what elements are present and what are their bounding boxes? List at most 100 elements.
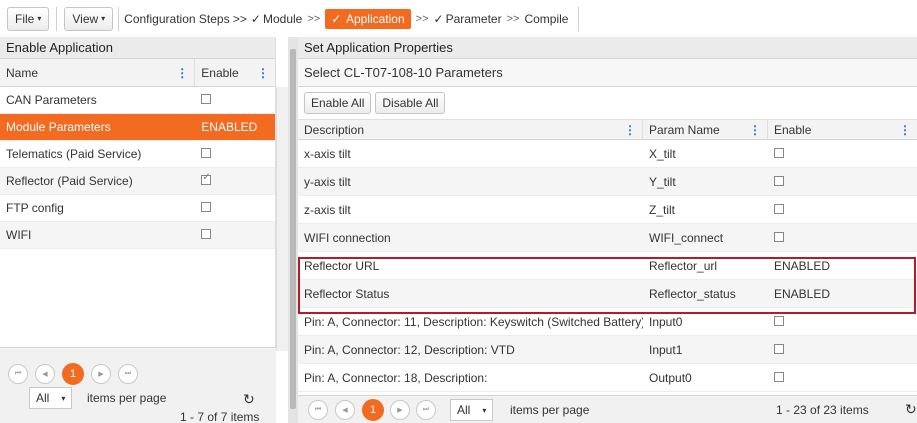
row-name: CAN Parameters [6, 93, 97, 107]
disable-all-button[interactable]: Disable All [375, 92, 446, 114]
table-row[interactable]: z-axis tilt Z_tilt [298, 196, 917, 224]
enable-checkbox[interactable] [201, 148, 212, 158]
splitter-handle[interactable] [290, 49, 296, 409]
row-param-name: Y_tilt [649, 174, 676, 189]
column-label: Enable [201, 65, 239, 80]
page-size-select[interactable]: All ▾ [29, 387, 73, 409]
enable-checkbox[interactable] [774, 343, 784, 354]
left-grid-scrollbar[interactable] [276, 87, 288, 351]
row-param-name: Input0 [649, 314, 683, 329]
table-row[interactable]: Reflector URL Reflector_url ENABLED [298, 252, 917, 280]
enable-all-button[interactable]: Enable All [304, 92, 372, 114]
column-label: Description [304, 122, 365, 137]
enable-checkbox[interactable] [774, 231, 784, 242]
column-header-param-name[interactable]: Param Name ⋮ [643, 120, 768, 139]
row-param-name: Output0 [649, 370, 692, 385]
row-name: WIFI [6, 228, 32, 242]
column-menu-icon[interactable]: ⋮ [257, 66, 269, 80]
step-application-label: Application [345, 11, 405, 26]
next-page-icon[interactable]: ▶ [91, 364, 111, 384]
first-page-icon[interactable]: ⏮ [8, 364, 28, 384]
enable-checkbox[interactable] [201, 229, 212, 239]
set-application-properties-panel: Set Application Properties Select CL-T07… [298, 37, 917, 423]
enable-checkbox[interactable] [774, 203, 784, 214]
page-button-current[interactable]: 1 [62, 363, 84, 385]
column-menu-icon[interactable]: ⋮ [749, 123, 761, 137]
steps-prefix: Configuration Steps >> [124, 11, 247, 26]
file-menu-button[interactable]: File ▾ [7, 6, 50, 31]
check-icon: ✓ [331, 11, 342, 26]
row-description: Pin: A, Connector: 12, Description: VTD [304, 342, 515, 357]
column-menu-icon[interactable]: ⋮ [899, 123, 911, 137]
enable-application-panel: Enable Application Name ⋮ Enable ⋮ CAN P… [0, 37, 276, 423]
last-page-icon[interactable]: ⏭ [118, 364, 138, 384]
enable-checkbox[interactable] [774, 371, 784, 382]
step-parameter[interactable]: Parameter [446, 12, 502, 26]
enable-checkbox-checked[interactable] [201, 172, 212, 185]
row-description: x-axis tilt [304, 146, 351, 161]
table-row[interactable]: x-axis tilt X_tilt [298, 140, 917, 168]
view-menu-button[interactable]: View ▾ [64, 6, 114, 31]
column-header-enable[interactable]: Enable ⋮ [195, 59, 275, 86]
right-grid-header: Description ⋮ Param Name ⋮ Enable ⋮ [298, 120, 917, 140]
enable-checkbox[interactable] [774, 147, 784, 158]
table-row[interactable]: Pin: A, Connector: 18, Description: Outpu… [298, 364, 917, 392]
table-row[interactable]: FTP config [0, 195, 275, 222]
last-page-icon[interactable]: ⏭ [416, 400, 436, 420]
row-enable: ENABLED [768, 287, 917, 301]
view-menu-label: View [72, 11, 99, 26]
chevron-down-icon: ▾ [61, 393, 66, 403]
table-row[interactable]: CAN Parameters [0, 87, 275, 114]
table-row[interactable]: Pin: A, Connector: 11, Description: Keys… [298, 308, 917, 336]
step-application[interactable]: ✓ Application [325, 8, 411, 29]
row-param-name: Input1 [649, 342, 683, 357]
page-size-value: All [36, 391, 50, 405]
page-size-value: All [457, 403, 471, 417]
table-row[interactable]: Module Parameters ENABLED [0, 114, 275, 141]
toolbar: File ▾ View ▾ Configuration Steps >> ✓ M… [0, 0, 917, 37]
table-row[interactable]: Reflector Status Reflector_status ENABLED [298, 280, 917, 308]
app-root: File ▾ View ▾ Configuration Steps >> ✓ M… [0, 0, 917, 423]
prev-page-icon[interactable]: ◀ [335, 400, 355, 420]
refresh-icon[interactable]: ↻ [243, 391, 255, 408]
next-page-icon[interactable]: ▶ [390, 400, 410, 420]
page-button-current[interactable]: 1 [362, 399, 384, 421]
row-enable [768, 203, 917, 217]
table-row[interactable]: Reflector (Paid Service) [0, 168, 275, 195]
row-enable [768, 315, 917, 329]
row-name: FTP config [6, 201, 64, 215]
table-row[interactable]: Telematics (Paid Service) [0, 141, 275, 168]
column-menu-icon[interactable]: ⋮ [624, 123, 636, 137]
column-menu-icon[interactable]: ⋮ [176, 66, 188, 80]
column-header-name[interactable]: Name ⋮ [0, 59, 196, 86]
first-page-icon[interactable]: ⏮ [308, 400, 328, 420]
toolbar-divider [56, 6, 58, 31]
row-enable [768, 175, 917, 189]
left-pager: ⏮ ◀ 1 ▶ ⏭ All ▾ items per page ↻ 1 - 7 o… [0, 347, 276, 423]
enable-checkbox[interactable] [774, 175, 784, 186]
row-enable [768, 147, 917, 161]
step-arrow: >> [307, 12, 321, 25]
row-description: Reflector URL [304, 258, 380, 273]
table-row[interactable]: WIFI [0, 222, 275, 249]
refresh-icon[interactable]: ↻ [905, 401, 917, 418]
page-size-select[interactable]: All ▾ [450, 399, 494, 421]
column-header-description[interactable]: Description ⋮ [298, 120, 643, 139]
panel-splitter[interactable] [288, 37, 298, 423]
row-description: Pin: A, Connector: 11, Description: Keys… [304, 314, 643, 329]
chevron-down-icon: ▾ [101, 14, 106, 23]
table-row[interactable]: WIFI connection WIFI_connect [298, 224, 917, 252]
table-row[interactable]: y-axis tilt Y_tilt [298, 168, 917, 196]
enable-checkbox[interactable] [201, 202, 212, 212]
step-module[interactable]: Module [263, 12, 302, 26]
enable-checkbox[interactable] [201, 94, 212, 104]
step-compile[interactable]: Compile [524, 12, 568, 26]
enable-checkbox[interactable] [774, 315, 784, 326]
table-row[interactable]: Pin: A, Connector: 12, Description: VTD I… [298, 336, 917, 364]
items-per-page-label: items per page [510, 403, 590, 417]
prev-page-icon[interactable]: ◀ [35, 364, 55, 384]
row-param-name: Reflector_status [649, 286, 736, 301]
parameters-subtitle: Select CL-T07-108-10 Parameters [298, 59, 917, 87]
column-header-enable[interactable]: Enable ⋮ [768, 120, 917, 139]
row-enable [768, 343, 917, 357]
